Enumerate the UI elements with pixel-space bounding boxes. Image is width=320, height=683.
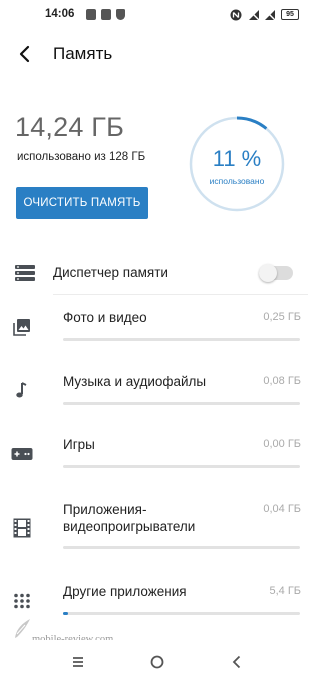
back-chevron-icon[interactable]: [227, 652, 247, 672]
memory-manager-label: Диспетчер памяти: [53, 265, 168, 280]
arrow-back-icon[interactable]: [12, 39, 40, 69]
music-note-icon: [16, 382, 27, 398]
category-label: Приложения-видеопроигрыватели: [63, 502, 196, 534]
category-label: Музыка и аудиофайлы: [63, 374, 207, 389]
page-title: Память: [53, 44, 113, 63]
category-usage-bar: [63, 612, 300, 615]
category-usage-bar: [63, 546, 300, 549]
battery-indicator: 95: [281, 9, 299, 20]
app-header: Память: [0, 34, 315, 74]
toggle-knob: [259, 264, 277, 282]
category-size: 5,4 ГБ: [269, 585, 301, 597]
nfc-icon: [230, 9, 242, 21]
gamepad-icon: [11, 448, 33, 460]
no-signal-icon: [248, 9, 260, 21]
divider: [53, 294, 308, 295]
category-size: 0,08 ГБ: [263, 375, 301, 387]
film-icon: [13, 518, 31, 538]
category-size: 0,25 ГБ: [263, 311, 301, 323]
usage-percent-caption: использовано: [209, 176, 265, 186]
home-circle-icon[interactable]: [147, 652, 167, 672]
category-label: Игры: [63, 437, 95, 452]
menu-icon[interactable]: [68, 652, 88, 672]
used-storage-caption: использовано из 128 ГБ: [17, 151, 146, 163]
image-icon: [13, 319, 30, 336]
usage-percent: 11 %: [212, 146, 262, 171]
category-label: Другие приложения: [63, 584, 187, 599]
clean-memory-button[interactable]: ОЧИСТИТЬ ПАМЯТЬ: [16, 187, 148, 219]
used-storage-amount: 14,24 ГБ: [15, 112, 125, 142]
no-signal-icon: [264, 9, 276, 21]
watermark-logo-icon: [15, 619, 30, 638]
status-bar: 14:06 95: [0, 0, 315, 30]
system-navbar: [0, 640, 315, 683]
memory-manager-toggle[interactable]: [259, 264, 293, 282]
shield-icon: [116, 9, 125, 20]
category-size: 0,00 ГБ: [263, 438, 301, 450]
category-size: 0,04 ГБ: [263, 503, 301, 515]
category-usage-bar: [63, 338, 300, 341]
category-label: Фото и видео: [63, 310, 147, 325]
notification-icon: [86, 9, 96, 20]
category-usage-bar: [63, 465, 300, 468]
category-usage-bar: [63, 402, 300, 405]
notification-icon: [101, 9, 111, 20]
apps-grid-icon: [14, 593, 30, 609]
category-usage-fill: [63, 612, 68, 615]
status-time: 14:06: [45, 8, 75, 20]
storage-stack-icon: [15, 265, 35, 281]
